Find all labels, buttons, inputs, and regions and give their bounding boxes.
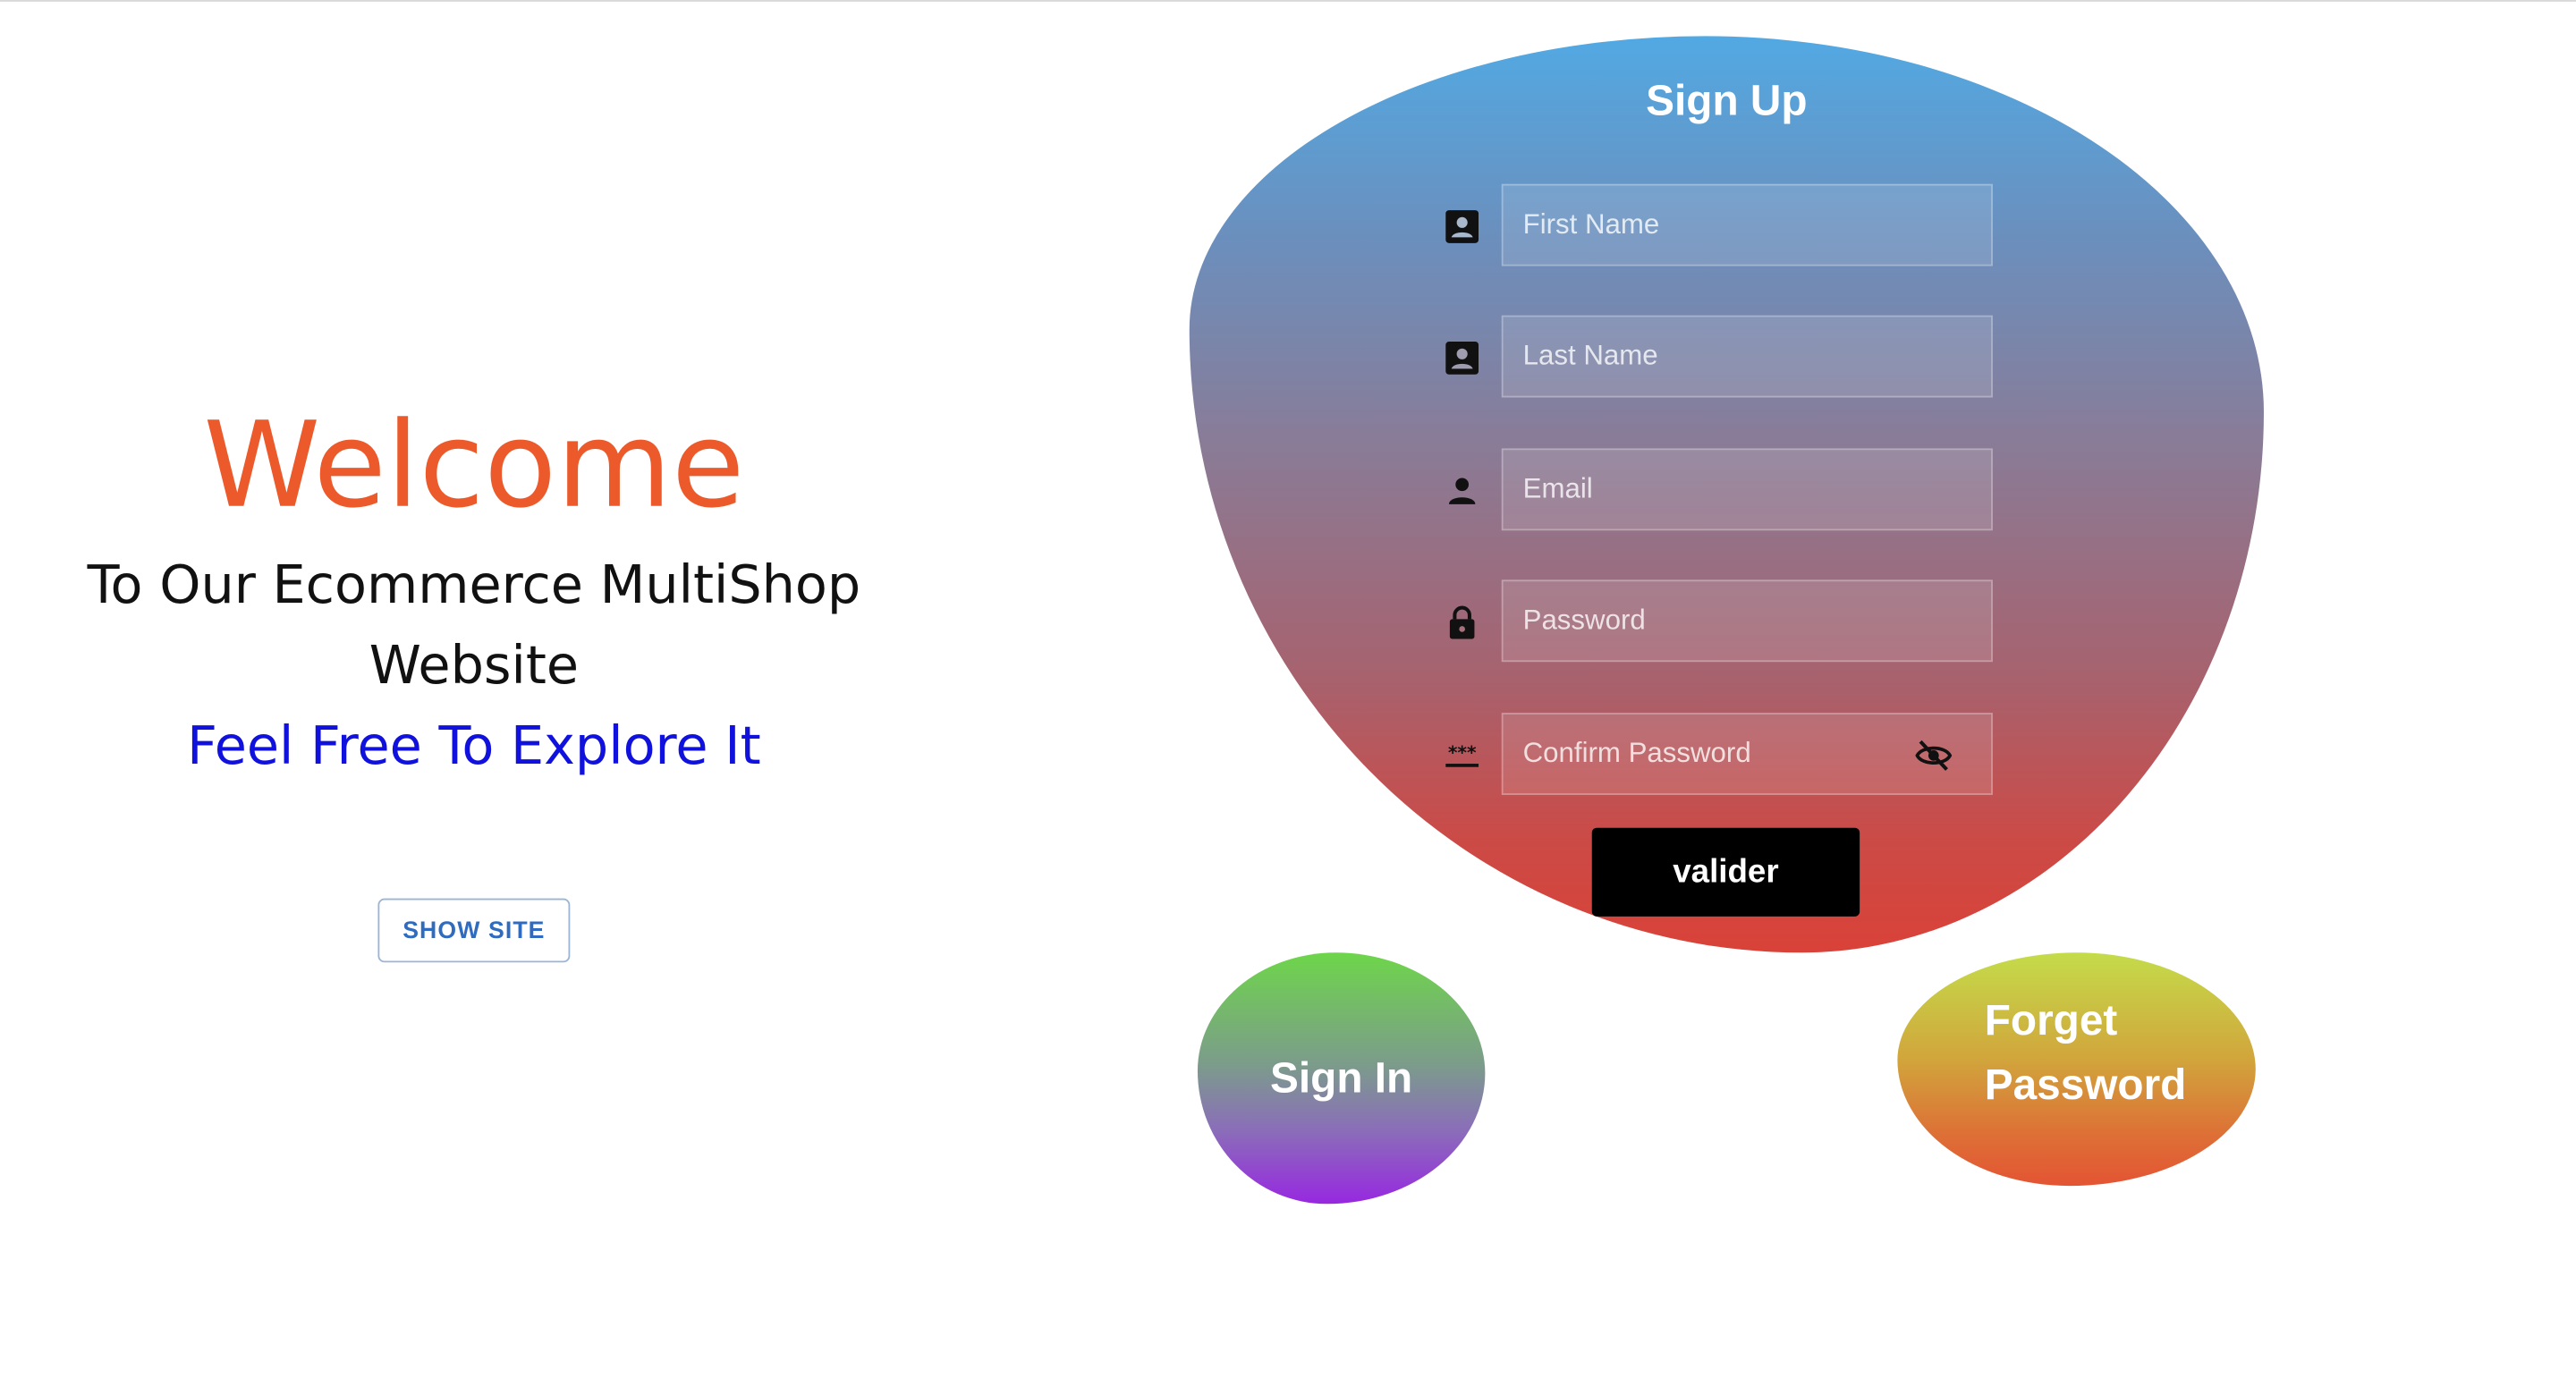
submit-button[interactable]: valider xyxy=(1591,827,1860,917)
last-name-row xyxy=(1436,315,1994,400)
password-row xyxy=(1436,579,1994,664)
password-dots-icon: *** xyxy=(1445,742,1479,767)
signin-label: Sign In xyxy=(1270,1053,1413,1103)
signin-button[interactable]: Sign In xyxy=(1197,952,1486,1205)
email-row xyxy=(1436,448,1994,532)
confirm-password-row: *** xyxy=(1436,713,1994,797)
lock-icon xyxy=(1449,605,1475,639)
person-icon xyxy=(1448,478,1476,504)
first-name-row xyxy=(1436,183,1994,268)
svg-text:***: *** xyxy=(1448,742,1477,764)
password-input[interactable] xyxy=(1501,579,1993,663)
email-input[interactable] xyxy=(1501,448,1993,531)
welcome-section: Welcome To Our Ecommerce MultiShop Websi… xyxy=(33,391,915,787)
eye-off-icon[interactable] xyxy=(1912,736,1955,775)
show-site-button[interactable]: SHOW SITE xyxy=(377,898,571,963)
forget-password-label: Forget Password xyxy=(1984,995,2187,1109)
welcome-subtitle: To Our Ecommerce MultiShop Website xyxy=(87,553,861,697)
forget-password-button[interactable]: Forget Password xyxy=(1897,952,2256,1187)
page: Welcome To Our Ecommerce MultiShop Websi… xyxy=(0,0,2576,1391)
welcome-explore-text: Feel Free To Explore It xyxy=(187,714,761,777)
contact-card-icon xyxy=(1445,210,1479,243)
last-name-input[interactable] xyxy=(1501,315,1993,398)
top-divider xyxy=(0,0,2576,2)
welcome-title: Welcome xyxy=(203,395,745,534)
signup-title: Sign Up xyxy=(1646,75,1808,125)
contact-card-icon xyxy=(1445,342,1479,375)
first-name-input[interactable] xyxy=(1501,183,1993,266)
